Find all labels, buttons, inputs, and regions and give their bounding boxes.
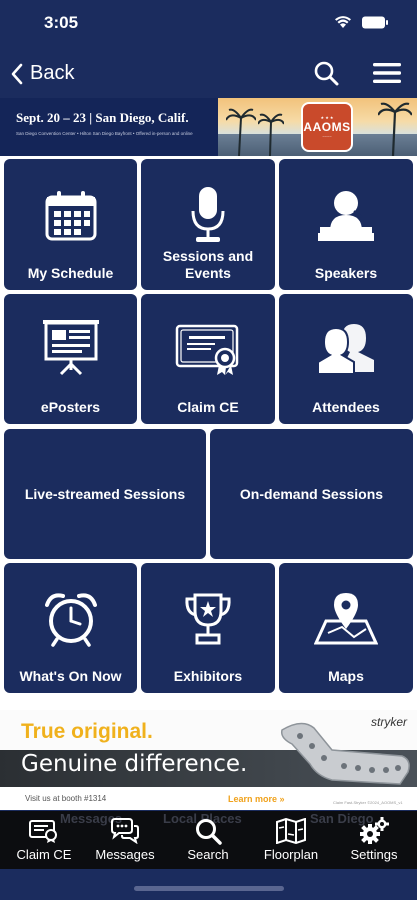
bone-plate-product-image [280, 722, 410, 785]
signal-icon [306, 21, 314, 29]
back-button[interactable]: Back [10, 62, 74, 85]
tile-label: Speakers [314, 265, 378, 281]
tile-my-schedule[interactable]: My Schedule [4, 159, 137, 290]
chevron-left-icon [11, 63, 23, 84]
ad-visit-text: Visit us at booth #1314 [25, 794, 107, 803]
tile-label: What's On Now [19, 668, 122, 684]
ad-headline: True original. [21, 720, 153, 743]
banner-subtitle: San Diego Convention Center • Hilton San… [16, 131, 193, 136]
bottom-safe-area [0, 869, 417, 900]
tile-label: ePosters [40, 399, 101, 415]
ad-learn-more-link[interactable]: Learn more » [228, 794, 285, 804]
tile-label: Attendees [312, 399, 380, 415]
search-icon [196, 819, 222, 845]
tab-messages[interactable]: Messages [84, 817, 166, 867]
people-icon [317, 324, 374, 374]
palm-tree-icon [378, 102, 412, 156]
ad-fine-print: Claim Fast-Stryker ©2024_AOOMS_v1 [333, 800, 403, 805]
alarm-clock-icon [44, 593, 97, 647]
tile-claim-ce[interactable]: Claim CE [141, 294, 275, 424]
home-indicator[interactable] [134, 886, 284, 891]
tab-label: Settings [350, 847, 398, 862]
back-label: Back [30, 62, 75, 84]
tab-floorplan[interactable]: Floorplan [250, 817, 332, 867]
certificate-icon [29, 820, 57, 843]
tile-label: Live-streamed Sessions [24, 485, 186, 502]
tile-sessions-and-events[interactable]: Sessions and Events [141, 159, 275, 290]
search-button[interactable] [313, 60, 339, 91]
tab-label: Floorplan [263, 847, 319, 862]
menu-button[interactable] [373, 62, 401, 89]
certificate-icon [175, 324, 239, 375]
tab-label: Search [187, 847, 229, 862]
calendar-icon [45, 191, 96, 241]
battery-icon [362, 16, 388, 29]
speaker-podium-icon [318, 191, 374, 241]
search-icon [314, 61, 339, 86]
tab-settings[interactable]: Settings [333, 817, 415, 867]
event-banner[interactable]: Sept. 20 – 23 | San Diego, Calif. San Di… [0, 98, 417, 156]
palm-tree-icon [226, 108, 256, 156]
tile-attendees[interactable]: Attendees [279, 294, 413, 424]
bottom-tab-bar: Messages Local Places San Diego Claim CE… [0, 811, 417, 869]
status-icons [306, 16, 389, 29]
trophy-icon [185, 593, 231, 645]
chat-bubbles-icon [111, 818, 139, 844]
aaoms-logo-badge: ★ ★ ★ AAOMS ~~~~ [301, 102, 353, 152]
aaoms-logo-text: AAOMS [303, 120, 351, 134]
nav-bar: Back [0, 48, 417, 98]
floorplan-map-icon [276, 818, 306, 844]
banner-dates: Sept. 20 – 23 | San Diego, Calif. [16, 110, 189, 125]
banner-text-area: Sept. 20 – 23 | San Diego, Calif. San Di… [0, 98, 218, 156]
presentation-board-icon [42, 320, 99, 376]
tile-label: On-demand Sessions [239, 485, 384, 502]
tile-label: Exhibitors [173, 668, 243, 684]
tile-label: My Schedule [27, 265, 114, 281]
palm-tree-icon [258, 113, 284, 156]
tile-speakers[interactable]: Speakers [279, 159, 413, 290]
tile-maps[interactable]: Maps [279, 563, 413, 693]
tile-live-streamed-sessions[interactable]: Live-streamed Sessions [4, 429, 206, 559]
status-bar: 3:05 [0, 0, 417, 48]
tile-eposters[interactable]: ePosters [4, 294, 137, 424]
tab-label: Messages [95, 847, 155, 862]
wifi-icon [335, 16, 351, 28]
ad-subheadline: Genuine difference. [21, 751, 248, 777]
tile-label: Maps [328, 668, 364, 684]
microphone-icon [191, 187, 225, 242]
gears-icon [360, 817, 389, 844]
status-time: 3:05 [44, 13, 79, 32]
tile-label: Claim CE [177, 399, 239, 415]
map-pin-icon [314, 593, 378, 645]
tile-label: Sessions and Events [162, 248, 254, 281]
tile-exhibitors[interactable]: Exhibitors [141, 563, 275, 693]
tile-whats-on-now[interactable]: What's On Now [4, 563, 137, 693]
tab-label: Claim CE [16, 847, 72, 862]
banner-image: ★ ★ ★ AAOMS ~~~~ [218, 98, 417, 156]
tab-claim-ce[interactable]: Claim CE [3, 817, 85, 867]
tile-on-demand-sessions[interactable]: On-demand Sessions [210, 429, 413, 559]
hamburger-menu-icon [373, 63, 401, 83]
tab-search[interactable]: Search [167, 817, 249, 867]
